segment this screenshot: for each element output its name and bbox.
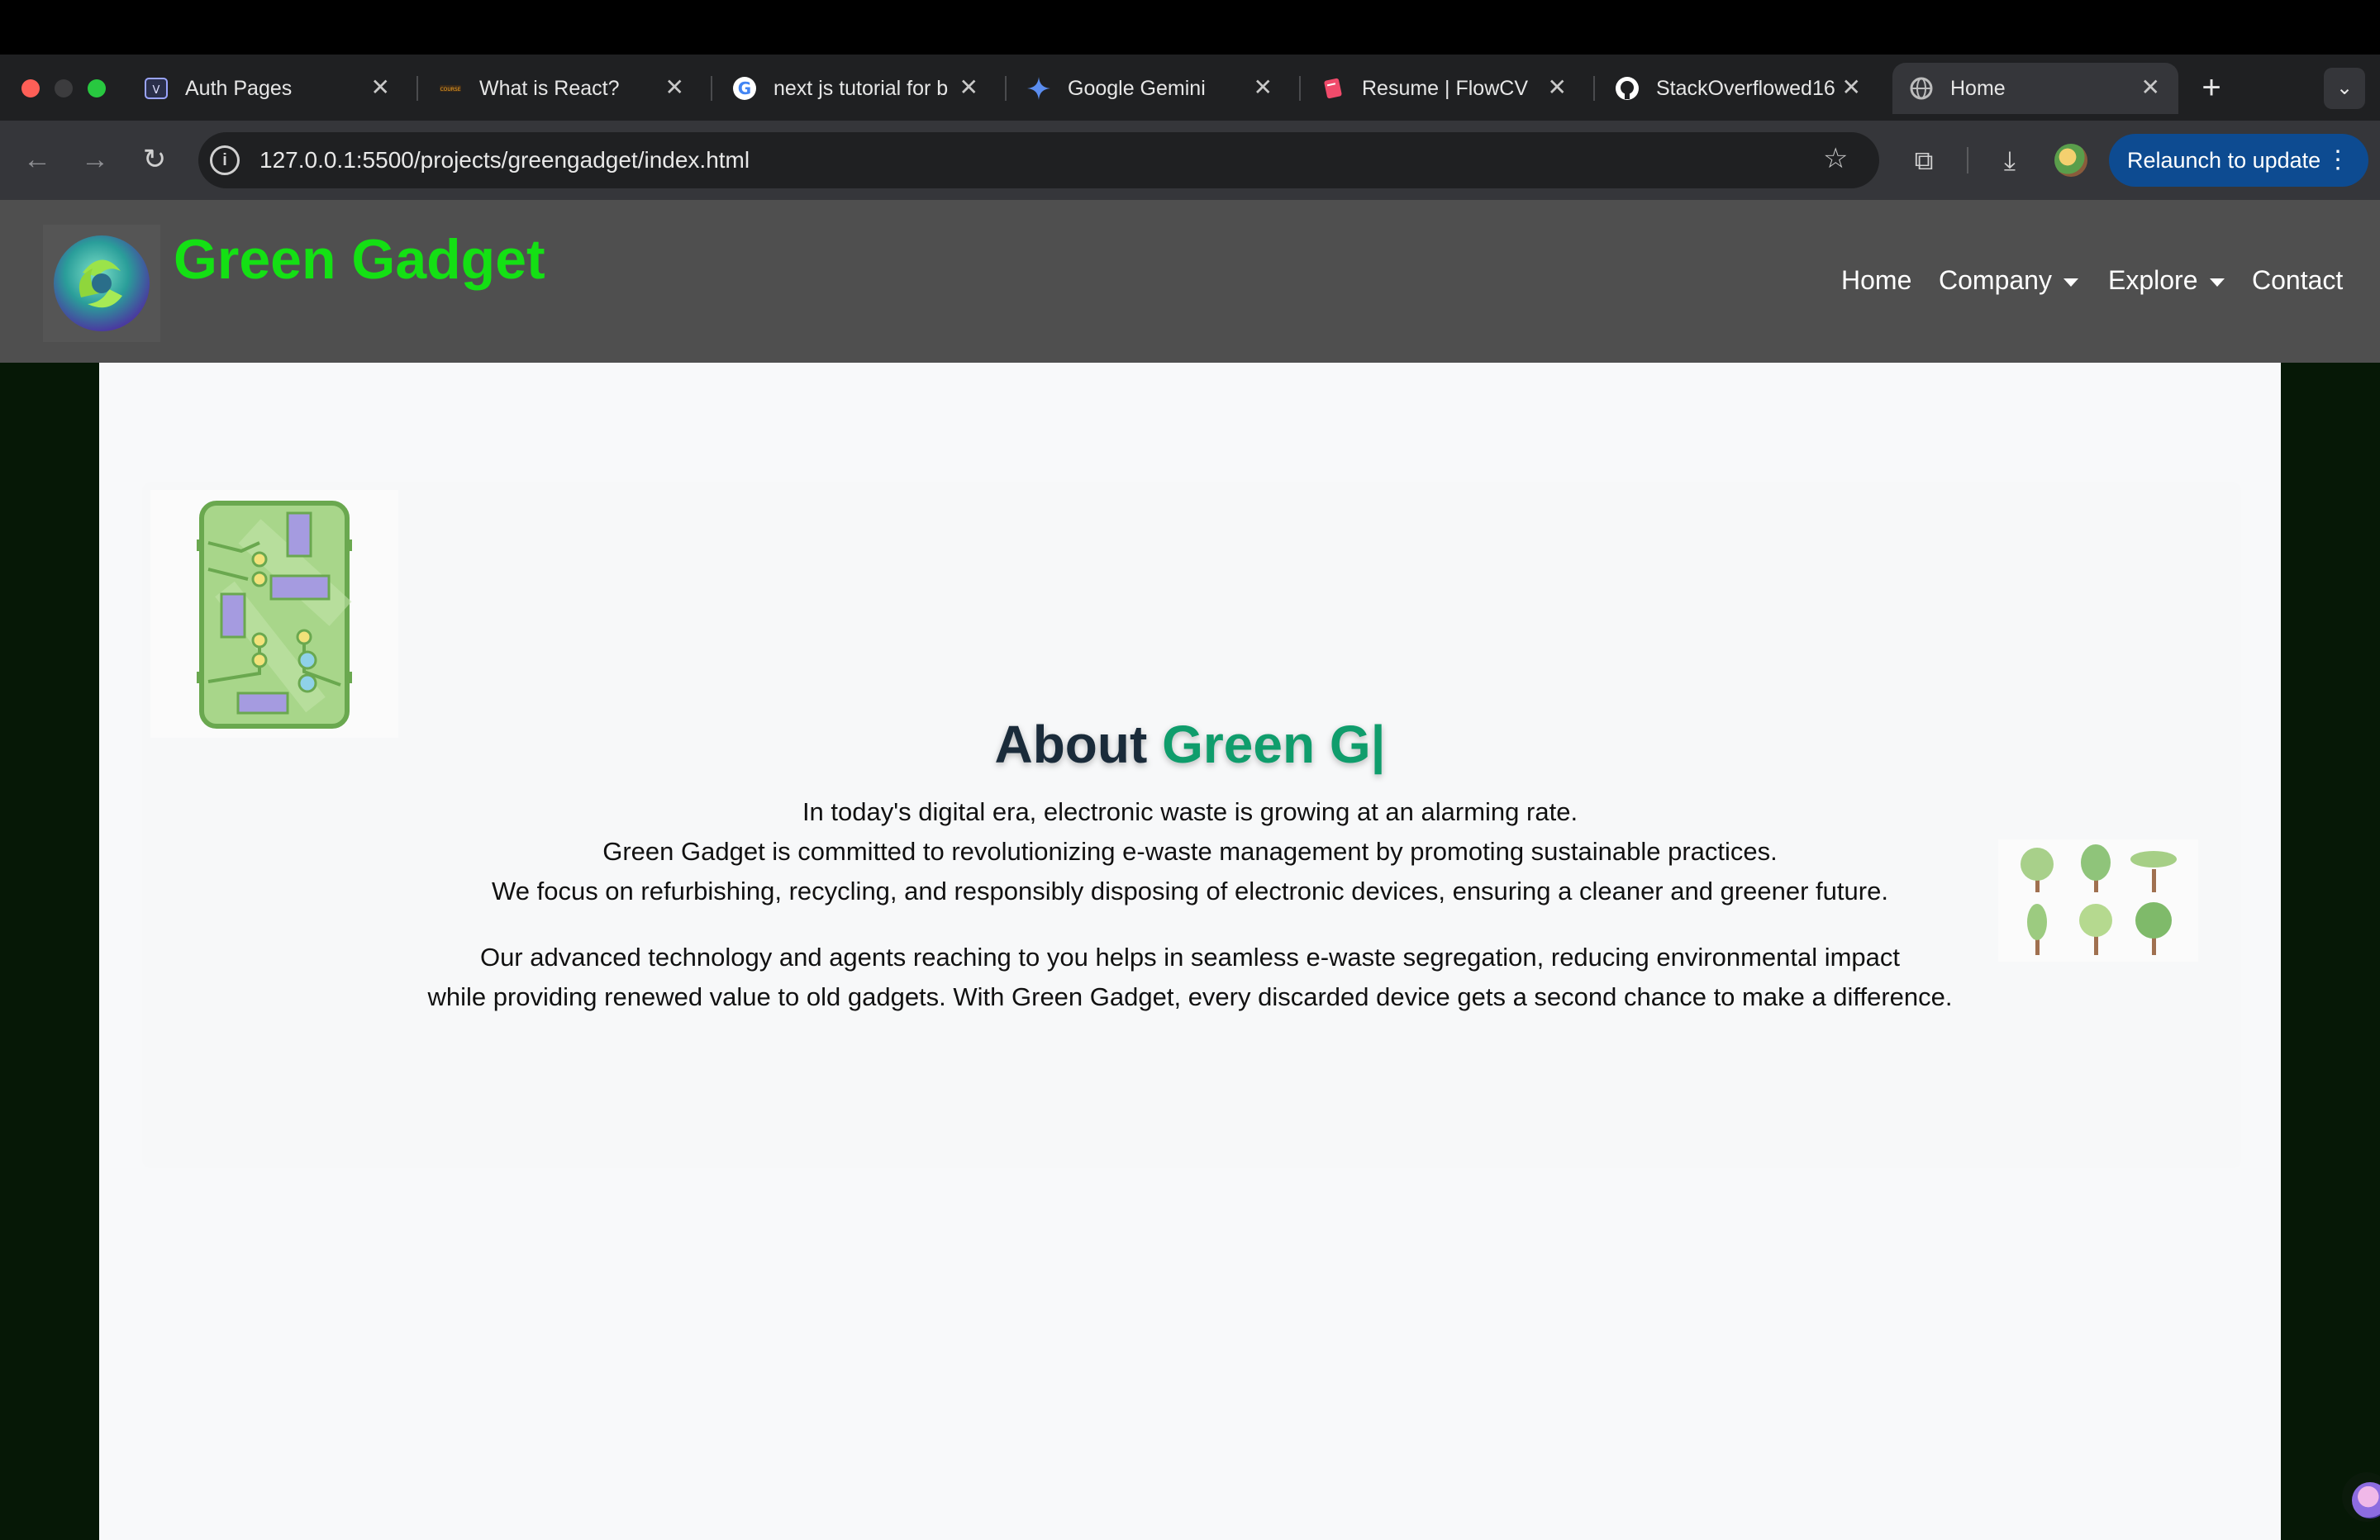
tab-close-icon[interactable]: ✕: [1842, 74, 1861, 101]
google-icon: G: [732, 76, 757, 101]
tab-title: StackOverflowed16: [1656, 76, 1835, 100]
svg-text:V: V: [153, 84, 160, 97]
circuit-board-icon: [197, 501, 352, 729]
reload-icon[interactable]: ↻: [136, 140, 174, 178]
profile-avatar[interactable]: [2054, 144, 2087, 177]
site-logo[interactable]: [43, 225, 160, 342]
about-paragraph-line: We focus on refurbishing, recycling, and…: [492, 877, 1888, 905]
extensions-puzzle-icon[interactable]: ⧉: [1906, 142, 1942, 178]
tab-auth-pages[interactable]: V Auth Pages ✕: [127, 63, 408, 114]
gemini-icon: [1026, 76, 1051, 101]
maximize-window-button[interactable]: [88, 79, 106, 97]
main-content: About Green G| In today's digital era, e…: [99, 363, 2281, 1540]
tab-close-icon[interactable]: ✕: [371, 74, 390, 101]
flowcv-icon: [1321, 76, 1345, 101]
relaunch-label: Relaunch to update: [2127, 148, 2321, 173]
caret-down-icon: [2209, 278, 2225, 287]
minimize-window-button[interactable]: [55, 79, 73, 97]
tab-close-icon[interactable]: ✕: [959, 74, 978, 101]
tab-close-icon[interactable]: ✕: [1254, 74, 1273, 101]
svg-text:G: G: [738, 78, 751, 98]
tab-next-js-tutorial[interactable]: G next js tutorial for b ✕: [716, 63, 997, 114]
tab-title: Google Gemini: [1068, 76, 1206, 100]
vite-icon: V: [144, 76, 169, 101]
window-titlebar: [0, 0, 2380, 55]
about-heading-accent: Green G|: [1162, 715, 1386, 774]
tab-separator: [1299, 76, 1301, 101]
close-window-button[interactable]: [21, 79, 40, 97]
site-navbar: Green Gadget Home Company Explore Contac…: [0, 200, 2380, 363]
tab-search-chevron-icon[interactable]: ⌄: [2324, 68, 2365, 109]
toolbar-separator: [1967, 147, 1968, 173]
tab-separator: [711, 76, 712, 101]
nav-explore-dropdown[interactable]: Explore: [2108, 264, 2225, 297]
nav-home-link[interactable]: Home: [1841, 264, 1911, 297]
brand-name[interactable]: Green Gadget: [174, 226, 545, 292]
globe-icon: [1909, 76, 1934, 101]
site-info-icon[interactable]: i: [210, 145, 240, 175]
web-page: Green Gadget Home Company Explore Contac…: [0, 200, 2380, 1540]
tab-what-is-react[interactable]: COURSE What is React? ✕: [421, 63, 702, 114]
tab-home[interactable]: Home ✕: [1892, 63, 2178, 114]
github-icon: [1615, 76, 1640, 101]
nav-explore-label: Explore: [2108, 265, 2198, 295]
svg-text:COURSE: COURSE: [440, 87, 460, 93]
nav-company-label: Company: [1939, 265, 2052, 295]
tab-google-gemini[interactable]: Google Gemini ✕: [1010, 63, 1291, 114]
about-paragraph-line: In today's digital era, electronic waste…: [802, 797, 1578, 826]
back-arrow-icon[interactable]: ←: [18, 140, 56, 178]
tab-title: Home: [1950, 76, 2006, 100]
forward-arrow-icon[interactable]: →: [76, 140, 114, 178]
bookmark-star-icon[interactable]: ☆: [1823, 142, 1848, 175]
nav-company-dropdown[interactable]: Company: [1939, 264, 2078, 297]
about-paragraph-line: while providing renewed value to old gad…: [427, 982, 1953, 1011]
tab-close-icon[interactable]: ✕: [665, 74, 684, 101]
new-tab-button[interactable]: +: [2193, 69, 2230, 106]
trees-icon: [2021, 844, 2177, 955]
more-menu-icon[interactable]: ⋮: [2325, 134, 2350, 187]
tab-stackoverflowed[interactable]: StackOverflowed16 ✕: [1598, 63, 1879, 114]
tab-title: Resume | FlowCV: [1362, 76, 1528, 100]
nav-contact-link[interactable]: Contact: [2252, 264, 2343, 297]
trees-image: [1998, 839, 2198, 962]
about-paragraph-line: Green Gadget is committed to revolutioni…: [602, 837, 1778, 866]
tab-separator: [1593, 76, 1595, 101]
globe-recycle-logo-icon: [54, 235, 150, 331]
tab-separator: [416, 76, 418, 101]
caret-down-icon: [2063, 278, 2078, 287]
tab-title: What is React?: [479, 76, 620, 100]
tab-separator: [1005, 76, 1007, 101]
circuit-board-image: [150, 490, 398, 738]
about-heading-prefix: About: [994, 715, 1163, 774]
tab-resume-flowcv[interactable]: Resume | FlowCV ✕: [1304, 63, 1585, 114]
download-icon[interactable]: ⤓: [1992, 142, 2028, 178]
about-heading: About Green G|: [99, 713, 2281, 776]
coursera-icon: COURSE: [438, 76, 463, 101]
about-paragraph-line: Our advanced technology and agents reach…: [479, 943, 1901, 972]
tab-title: Auth Pages: [185, 76, 293, 100]
tab-close-icon[interactable]: ✕: [2141, 74, 2160, 101]
url-text[interactable]: 127.0.0.1:5500/projects/greengadget/inde…: [259, 145, 750, 175]
relaunch-to-update-button[interactable]: Relaunch to update ⋮: [2109, 134, 2368, 187]
tab-close-icon[interactable]: ✕: [1548, 74, 1567, 101]
tab-title: next js tutorial for b: [774, 76, 949, 100]
